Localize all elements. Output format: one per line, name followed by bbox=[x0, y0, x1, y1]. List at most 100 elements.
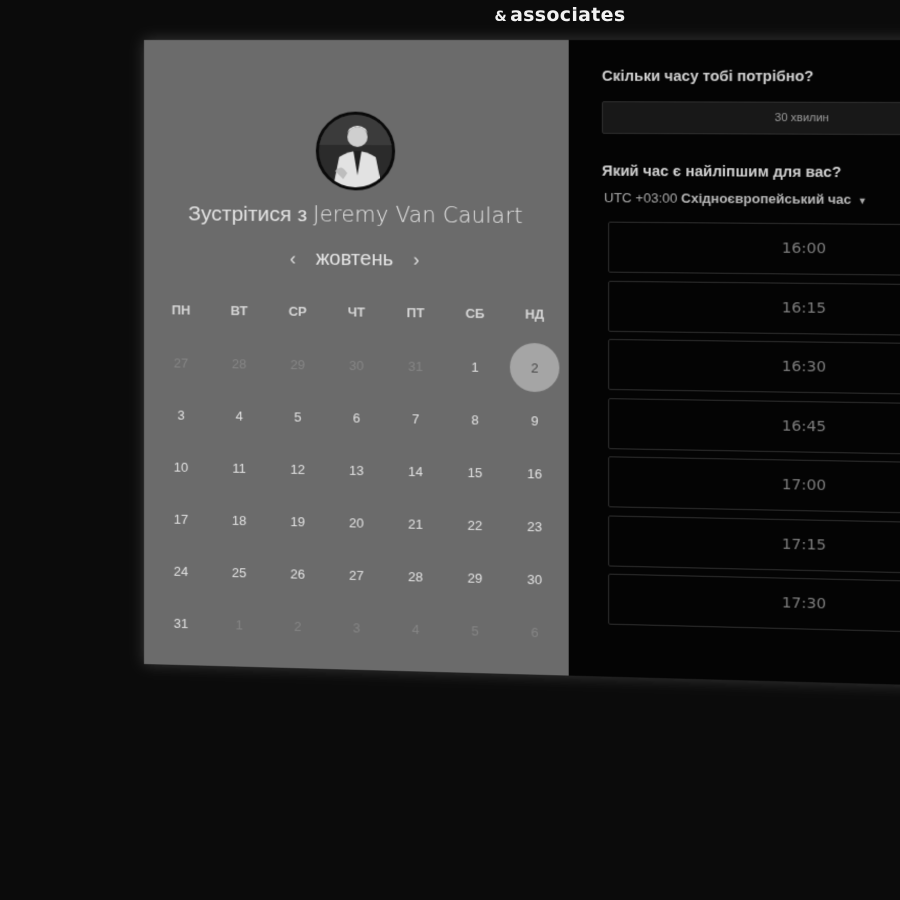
calendar-day-label: 13 bbox=[349, 462, 364, 477]
calendar-day[interactable]: 31 bbox=[152, 596, 210, 650]
calendar-day[interactable]: 11 bbox=[210, 441, 268, 494]
calendar-day[interactable]: 10 bbox=[152, 440, 210, 493]
host-photo bbox=[319, 115, 392, 188]
calendar-day[interactable]: 9 bbox=[505, 393, 565, 447]
calendar-day-label: 24 bbox=[174, 563, 188, 578]
calendar-day[interactable]: 28 bbox=[386, 549, 445, 603]
calendar-day-label: 22 bbox=[467, 517, 482, 533]
timezone-select[interactable]: UTC +03:00 Східноєвропейський час ▼ bbox=[604, 190, 867, 207]
calendar-day[interactable]: 5 bbox=[445, 603, 505, 657]
calendar-day-label: 4 bbox=[236, 408, 243, 423]
calendar-day-label: 28 bbox=[408, 569, 423, 585]
calendar-day[interactable]: 19 bbox=[268, 494, 327, 548]
weekday-label: ЧТ bbox=[327, 304, 386, 320]
time-slot-button[interactable]: 17:15 bbox=[608, 515, 900, 575]
calendar-day[interactable]: 3 bbox=[327, 600, 386, 654]
calendar-day-label: 30 bbox=[527, 571, 542, 587]
calendar-day-label: 30 bbox=[349, 357, 364, 372]
timezone-offset: UTC +03:00 bbox=[604, 190, 677, 206]
calendar-day-label: 15 bbox=[467, 464, 482, 479]
current-month: жовтень bbox=[316, 248, 393, 271]
time-slot-button[interactable]: 17:00 bbox=[608, 456, 900, 515]
calendar-day-label: 20 bbox=[349, 515, 364, 530]
calendar-day[interactable]: 4 bbox=[210, 389, 268, 442]
calendar-day-label: 19 bbox=[290, 514, 305, 529]
month-navigator: ‹ жовтень › bbox=[144, 246, 569, 273]
calendar-day[interactable]: 25 bbox=[210, 545, 268, 599]
calendar-day[interactable]: 23 bbox=[505, 499, 565, 553]
calendar-panel: Зустрітися з Jeremy Van Caulart ‹ жовтен… bbox=[144, 40, 569, 676]
calendar-day[interactable]: 31 bbox=[386, 339, 445, 392]
calendar-day[interactable]: 21 bbox=[386, 497, 445, 551]
calendar-day[interactable]: 16 bbox=[505, 446, 565, 500]
duration-select[interactable]: 30 хвилин bbox=[602, 101, 900, 135]
calendar-day[interactable]: 18 bbox=[210, 493, 268, 546]
calendar-grid: 27 28 29 30 31 1 2 3 4 5 6 7 8 9 10 11 12 13 14 15 16 17 18 19 2… bbox=[152, 336, 569, 659]
chevron-right-icon[interactable]: › bbox=[399, 249, 434, 271]
calendar-day-label: 11 bbox=[232, 460, 246, 475]
calendar-day[interactable]: 5 bbox=[268, 390, 327, 443]
calendar-day-label: 7 bbox=[412, 411, 419, 426]
time-question: Який час є найліпшим для вас? bbox=[602, 163, 841, 181]
calendar-day-label: 29 bbox=[290, 357, 305, 372]
calendar-day-label: 21 bbox=[408, 516, 423, 531]
calendar-day[interactable]: 27 bbox=[327, 548, 386, 602]
calendar-day[interactable]: 4 bbox=[386, 602, 445, 656]
calendar-day-label: 8 bbox=[471, 412, 478, 427]
calendar-day[interactable]: 13 bbox=[327, 443, 386, 497]
host-name: Jeremy Van Caulart bbox=[313, 202, 523, 228]
calendar-day[interactable]: 29 bbox=[268, 338, 327, 391]
weekday-label: СР bbox=[268, 303, 327, 319]
chevron-left-icon[interactable]: ‹ bbox=[276, 248, 310, 269]
calendar-day[interactable]: 20 bbox=[327, 496, 386, 550]
weekday-label: ВТ bbox=[210, 303, 268, 319]
calendar-day[interactable]: 8 bbox=[445, 393, 505, 447]
calendar-day-label: 23 bbox=[527, 518, 542, 534]
calendar-day[interactable]: 24 bbox=[152, 544, 210, 597]
calendar-day[interactable]: 29 bbox=[445, 551, 505, 605]
calendar-day-label: 25 bbox=[232, 565, 247, 580]
calendar-day[interactable]: 22 bbox=[445, 498, 505, 552]
calendar-day-label: 1 bbox=[471, 359, 478, 374]
calendar-day[interactable]: 7 bbox=[386, 392, 445, 446]
time-picker-panel: Скільки часу тобі потрібно? 30 хвилин Як… bbox=[569, 40, 900, 687]
calendar-day[interactable]: 30 bbox=[327, 338, 386, 391]
calendar-day-label: 2 bbox=[510, 343, 560, 393]
weekday-label: НД bbox=[505, 306, 565, 322]
weekday-header: ПН ВТ СР ЧТ ПТ СБ НД bbox=[152, 302, 569, 322]
calendar-day[interactable]: 1 bbox=[445, 340, 505, 394]
weekday-label: ПТ bbox=[386, 305, 445, 321]
meeting-title-prefix: Зустрітися з bbox=[188, 202, 307, 226]
calendar-day-label: 12 bbox=[290, 461, 305, 476]
time-slot-button[interactable]: 17:30 bbox=[608, 574, 900, 635]
calendar-day-label: 3 bbox=[353, 620, 360, 635]
calendar-day[interactable]: 15 bbox=[445, 445, 505, 499]
calendar-day-label: 26 bbox=[290, 566, 305, 581]
calendar-day[interactable]: 6 bbox=[327, 391, 386, 444]
time-slot-button[interactable]: 16:30 bbox=[608, 339, 900, 396]
calendar-day[interactable]: 2 bbox=[268, 599, 327, 653]
calendar-day[interactable]: 3 bbox=[152, 388, 210, 441]
time-slot-button[interactable]: 16:45 bbox=[608, 398, 900, 456]
calendar-day[interactable]: 27 bbox=[152, 336, 210, 389]
calendar-day[interactable]: 30 bbox=[505, 552, 565, 606]
host-avatar bbox=[316, 112, 395, 191]
calendar-day[interactable]: 1 bbox=[210, 598, 268, 652]
brand-name: associates bbox=[510, 4, 625, 26]
calendar-day-selected[interactable]: 2 bbox=[505, 341, 565, 395]
calendar-day-label: 1 bbox=[236, 617, 243, 632]
calendar-day[interactable]: 26 bbox=[268, 547, 327, 601]
calendar-day-label: 3 bbox=[177, 407, 184, 422]
calendar-day-label: 27 bbox=[349, 567, 364, 582]
calendar-day-label: 28 bbox=[232, 356, 247, 371]
calendar-day[interactable]: 12 bbox=[268, 442, 327, 495]
calendar-day[interactable]: 28 bbox=[210, 337, 268, 390]
caret-down-icon: ▼ bbox=[858, 196, 867, 206]
time-slot-button[interactable]: 16:15 bbox=[608, 280, 900, 336]
calendar-day[interactable]: 17 bbox=[152, 492, 210, 545]
time-slot-button[interactable]: 16:00 bbox=[608, 222, 900, 277]
calendar-day[interactable]: 6 bbox=[505, 605, 565, 659]
calendar-day-label: 16 bbox=[527, 466, 542, 482]
time-slot-button[interactable]: 17:45 bbox=[608, 632, 900, 635]
calendar-day[interactable]: 14 bbox=[386, 444, 445, 498]
